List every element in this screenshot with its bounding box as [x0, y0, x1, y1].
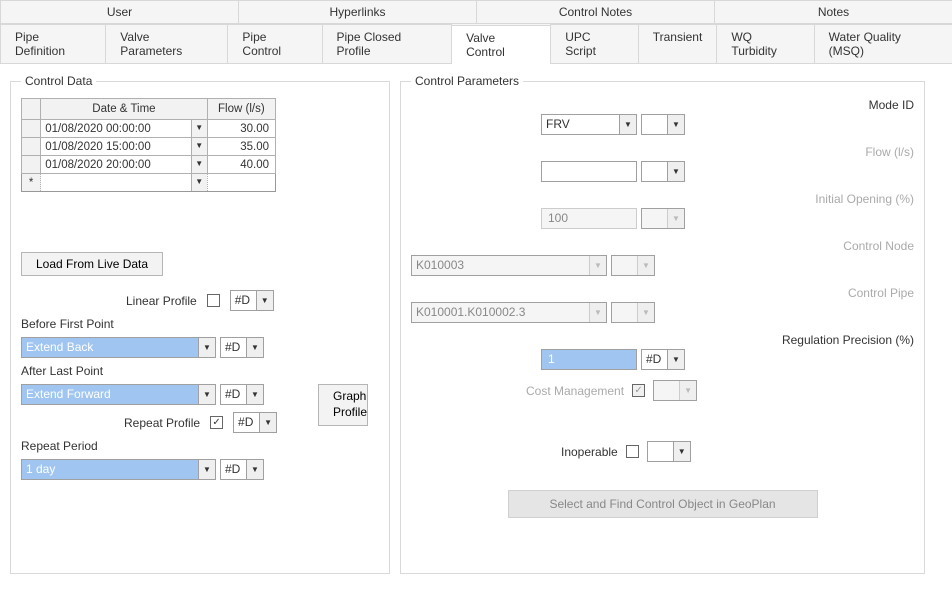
inoperable-label: Inoperable: [561, 445, 618, 459]
control-pipe-label: Control Pipe: [576, 286, 914, 300]
top-tab-bar: User Hyperlinks Control Notes Notes: [0, 0, 952, 24]
chevron-down-icon[interactable]: ▼: [191, 120, 207, 137]
repeat-period-label: Repeat Period: [21, 439, 379, 453]
table-new-row[interactable]: * ▼: [22, 174, 276, 192]
tab-notes[interactable]: Notes: [714, 0, 952, 23]
tab-user[interactable]: User: [0, 0, 239, 23]
graph-profile-button[interactable]: Graph Profile: [318, 384, 368, 426]
grid-header-flow: Flow (l/s): [207, 99, 275, 120]
regulation-precision-label: Regulation Precision (%): [544, 333, 914, 347]
chevron-down-icon[interactable]: ▼: [667, 115, 684, 134]
control-node-dropdown: K010003▼: [411, 255, 607, 276]
chevron-down-icon: ▼: [667, 209, 684, 228]
tab-pipe-definition[interactable]: Pipe Definition: [0, 24, 106, 63]
flow-input[interactable]: [541, 161, 637, 182]
chevron-down-icon[interactable]: ▼: [191, 174, 207, 191]
chevron-down-icon: ▼: [589, 303, 606, 322]
control-node-label: Control Node: [576, 239, 914, 253]
flow-label: Flow (l/s): [576, 145, 914, 159]
repeat-period-dropdown[interactable]: 1 day▼: [21, 459, 216, 480]
tab-wq-turbidity[interactable]: WQ Turbidity: [716, 24, 814, 63]
regulation-precision-input[interactable]: 1: [541, 349, 637, 370]
chevron-down-icon[interactable]: ▼: [246, 385, 263, 404]
before-first-hash-dropdown[interactable]: #D▼: [220, 337, 264, 358]
chevron-down-icon[interactable]: ▼: [259, 413, 276, 432]
chevron-down-icon[interactable]: ▼: [198, 460, 215, 479]
tab-pipe-closed-profile[interactable]: Pipe Closed Profile: [322, 24, 453, 63]
linear-profile-checkbox[interactable]: [207, 294, 220, 307]
grid-header-datetime: Date & Time: [41, 99, 207, 120]
cost-management-hash-dropdown: ▼: [653, 380, 697, 401]
cost-management-label: Cost Management: [526, 384, 624, 398]
chevron-down-icon[interactable]: ▼: [191, 138, 207, 155]
repeat-period-hash-dropdown[interactable]: #D▼: [220, 459, 264, 480]
select-find-control-object-button: Select and Find Control Object in GeoPla…: [508, 490, 818, 518]
after-last-point-label: After Last Point: [21, 364, 379, 378]
chevron-down-icon[interactable]: ▼: [191, 156, 207, 173]
chevron-down-icon: ▼: [637, 256, 654, 275]
table-row[interactable]: 01/08/2020 00:00:00▼ 30.00: [22, 120, 276, 138]
repeat-profile-checkbox[interactable]: ✓: [210, 416, 223, 429]
control-node-hash-dropdown: ▼: [611, 255, 655, 276]
initial-opening-label: Initial Opening (%): [576, 192, 914, 206]
control-data-grid[interactable]: Date & Time Flow (l/s) 01/08/2020 00:00:…: [21, 98, 276, 192]
regulation-precision-hash-dropdown[interactable]: #D▼: [641, 349, 685, 370]
chevron-down-icon[interactable]: ▼: [667, 162, 684, 181]
tab-pipe-control[interactable]: Pipe Control: [227, 24, 322, 63]
tab-water-quality-msq[interactable]: Water Quality (MSQ): [814, 24, 952, 63]
inoperable-checkbox[interactable]: [626, 445, 639, 458]
chevron-down-icon: ▼: [637, 303, 654, 322]
after-last-hash-dropdown[interactable]: #D▼: [220, 384, 264, 405]
inoperable-hash-dropdown[interactable]: ▼: [647, 441, 691, 462]
before-first-point-dropdown[interactable]: Extend Back▼: [21, 337, 216, 358]
control-pipe-hash-dropdown: ▼: [611, 302, 655, 323]
before-first-point-label: Before First Point: [21, 317, 379, 331]
table-row[interactable]: 01/08/2020 15:00:00▼ 35.00: [22, 138, 276, 156]
initial-opening-hash-dropdown: ▼: [641, 208, 685, 229]
tab-upc-script[interactable]: UPC Script: [550, 24, 639, 63]
tab-transient[interactable]: Transient: [638, 24, 718, 63]
table-row[interactable]: 01/08/2020 20:00:00▼ 40.00: [22, 156, 276, 174]
tab-hyperlinks[interactable]: Hyperlinks: [238, 0, 477, 23]
control-pipe-dropdown: K010001.K010002.3▼: [411, 302, 607, 323]
chevron-down-icon[interactable]: ▼: [619, 115, 636, 134]
tab-valve-parameters[interactable]: Valve Parameters: [105, 24, 228, 63]
mode-id-hash-dropdown[interactable]: ▼: [641, 114, 685, 135]
mode-id-dropdown[interactable]: FRV▼: [541, 114, 637, 135]
linear-profile-label: Linear Profile: [126, 294, 197, 308]
control-data-legend: Control Data: [21, 74, 96, 88]
repeat-profile-hash-dropdown[interactable]: #D▼: [233, 412, 277, 433]
chevron-down-icon[interactable]: ▼: [198, 385, 215, 404]
linear-profile-hash-dropdown[interactable]: #D▼: [230, 290, 274, 311]
repeat-profile-label: Repeat Profile: [124, 416, 200, 430]
after-last-point-dropdown[interactable]: Extend Forward▼: [21, 384, 216, 405]
grid-header-blank: [22, 99, 41, 120]
control-parameters-legend: Control Parameters: [411, 74, 523, 88]
initial-opening-input: 100: [541, 208, 637, 229]
chevron-down-icon[interactable]: ▼: [246, 460, 263, 479]
chevron-down-icon: ▼: [589, 256, 606, 275]
chevron-down-icon[interactable]: ▼: [667, 350, 684, 369]
chevron-down-icon[interactable]: ▼: [198, 338, 215, 357]
mode-id-label: Mode ID: [576, 98, 914, 112]
load-from-live-data-button[interactable]: Load From Live Data: [21, 252, 163, 276]
chevron-down-icon[interactable]: ▼: [673, 442, 690, 461]
chevron-down-icon[interactable]: ▼: [256, 291, 273, 310]
sub-tab-bar: Pipe Definition Valve Parameters Pipe Co…: [0, 24, 952, 64]
control-parameters-group: Control Parameters Mode ID FRV▼ ▼ Flow (…: [400, 74, 925, 574]
chevron-down-icon: ▼: [679, 381, 696, 400]
flow-hash-dropdown[interactable]: ▼: [641, 161, 685, 182]
control-data-group: Control Data Date & Time Flow (l/s) 01/0…: [10, 74, 390, 574]
chevron-down-icon[interactable]: ▼: [246, 338, 263, 357]
tab-control-notes[interactable]: Control Notes: [476, 0, 715, 23]
cost-management-checkbox: ✓: [632, 384, 645, 397]
tab-valve-control[interactable]: Valve Control: [451, 25, 551, 64]
